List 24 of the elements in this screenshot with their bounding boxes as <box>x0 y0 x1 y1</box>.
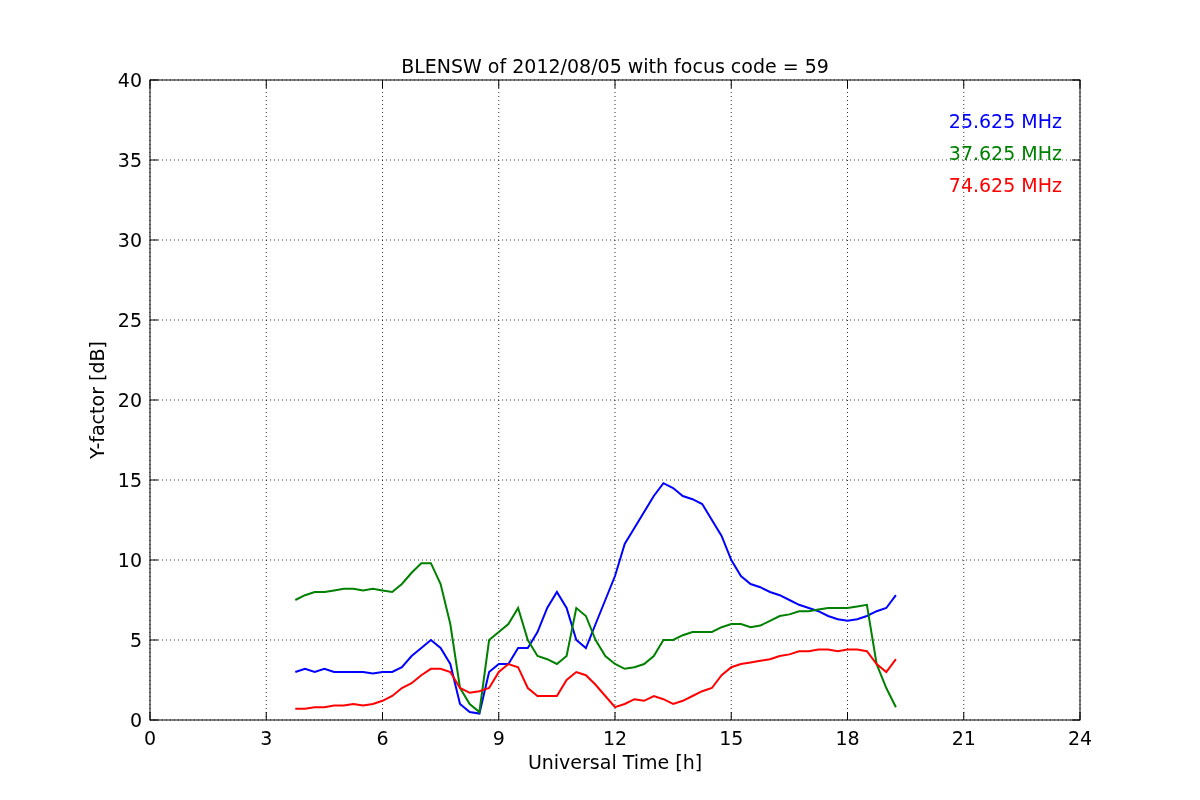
legend-label: 74.625 MHz <box>948 174 1062 196</box>
x-tick-label: 12 <box>602 727 628 749</box>
y-tick-label: 30 <box>117 229 142 251</box>
y-tick-label: 25 <box>117 309 142 331</box>
y-tick-label: 35 <box>117 149 142 171</box>
y-axis-label: Y-factor [dB] <box>86 341 108 459</box>
x-tick-label: 15 <box>719 727 744 749</box>
x-tick-label: 0 <box>143 727 157 749</box>
y-tick-label: 10 <box>117 549 142 571</box>
y-tick-label: 40 <box>117 69 142 91</box>
x-tick-label: 9 <box>492 727 505 749</box>
y-tick-label: 5 <box>129 629 142 651</box>
x-tick-label: 21 <box>951 727 976 749</box>
x-tick-label: 18 <box>835 727 860 749</box>
x-axis-label: Universal Time [h] <box>527 751 703 773</box>
x-tick-label: 24 <box>1067 727 1093 749</box>
x-tick-label: 6 <box>376 727 389 749</box>
y-tick-label: 20 <box>117 389 142 411</box>
x-tick-label: 3 <box>260 727 273 749</box>
legend-label: 25.625 MHz <box>948 110 1062 132</box>
y-tick-label: 15 <box>117 469 142 491</box>
y-tick-label: 0 <box>129 709 142 731</box>
chart-title: BLENSW of 2012/08/05 with focus code = 59 <box>401 55 829 77</box>
legend-label: 37.625 MHz <box>948 142 1062 164</box>
